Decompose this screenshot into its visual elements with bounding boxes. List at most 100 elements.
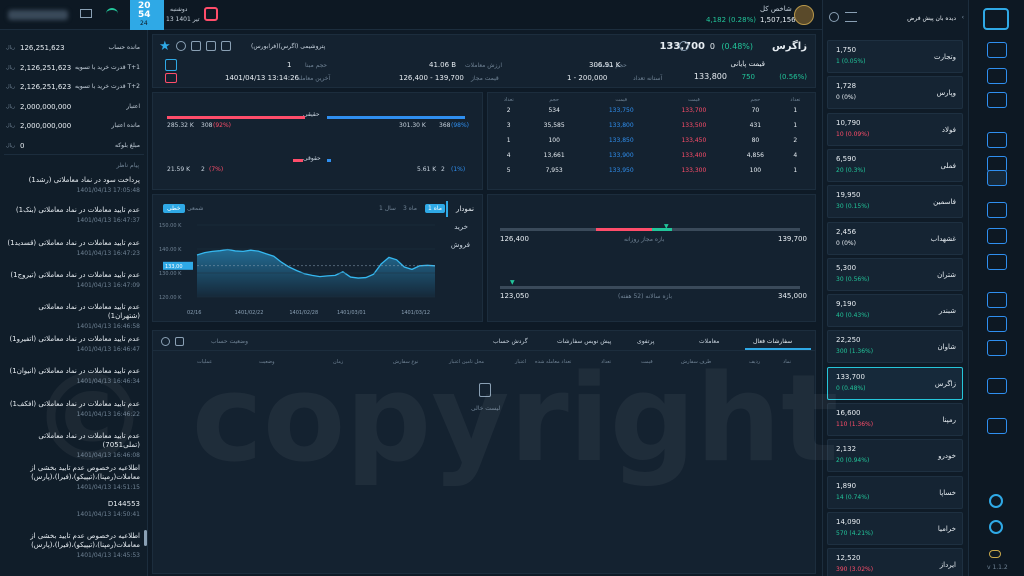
settings-icon[interactable] <box>176 41 186 51</box>
watchlist-item[interactable]: خودرو 2,132 20 (0.94%) <box>827 439 963 473</box>
basket-icon[interactable] <box>165 59 177 71</box>
message-date: 1401/04/13 14:50:41 <box>76 511 140 518</box>
checkbox-icon[interactable] <box>175 337 184 346</box>
star-icon[interactable]: ★ <box>159 39 171 54</box>
message-item[interactable]: عدم تایید معاملات در نماد معاملاتی (بنک1… <box>6 206 140 224</box>
order-book-row[interactable]: 4 13,661 133,900 133,400 4,856 4 <box>494 148 810 163</box>
calendar-icon[interactable] <box>204 7 218 21</box>
watchlist-item[interactable]: وپارس 1,728 0 (0%) <box>827 76 963 110</box>
bar-chart-icon[interactable] <box>987 92 1007 108</box>
tab-orders-0[interactable]: سفارشات فعال <box>753 338 792 345</box>
watchlist-item[interactable]: زاگرس 133,700 0 (0.48%) <box>827 366 963 400</box>
message-item[interactable]: عدم تایید معاملات در نماد معاملاتی (انیو… <box>6 367 140 385</box>
message-item[interactable]: عدم تایید معاملات در نماد معاملاتی (تملی… <box>6 432 140 459</box>
order-book-row[interactable]: 3 35,585 133,800 133,500 431 1 <box>494 118 810 133</box>
order-book-row[interactable]: 5 7,953 133,950 133,300 100 1 <box>494 163 810 178</box>
tab-orders-2[interactable]: پرتفوی <box>637 338 654 345</box>
individual-sell-count: 308 <box>201 122 213 129</box>
message-item[interactable]: عدم تایید معاملات در نماد معاملاتی (قسدی… <box>6 239 140 257</box>
users-icon[interactable] <box>987 418 1007 434</box>
filter-icon[interactable] <box>845 12 857 22</box>
date: 13 تیر 1401 <box>166 16 200 23</box>
book-icon[interactable] <box>987 228 1007 244</box>
message-item[interactable]: عدم تایید معاملات در نماد معاملاتی (اتفی… <box>6 335 140 353</box>
range-1m-button[interactable]: 1 ماه <box>425 204 445 213</box>
message-text: عدم تایید معاملات در نماد معاملاتی (بنک1… <box>15 206 140 214</box>
message-item[interactable]: عدم تایید معاملات در نماد معاملاتی (شتهر… <box>6 303 140 330</box>
watchlist-item[interactable]: ایرداز 12,520 390 (3.02%) <box>827 548 963 576</box>
watchlist-price: 22,250 <box>836 336 861 345</box>
watchlist-change: 20 (0.94%) <box>836 457 870 465</box>
search-icon[interactable] <box>679 41 689 51</box>
watchlist-item[interactable]: وتجارت 1,750 1 (0.05%) <box>827 40 963 73</box>
watchlist-item[interactable]: غشهداب 2,456 0 (0%) <box>827 221 963 255</box>
watchlist-item[interactable]: فولاد 10,790 10 (0.09%) <box>827 112 963 146</box>
watchlist-item[interactable]: شتران 5,300 30 (0.56%) <box>827 257 963 291</box>
clipboard-icon[interactable] <box>987 132 1007 148</box>
swap-icon[interactable] <box>987 42 1007 58</box>
message-item[interactable]: عدم تایید معاملات در نماد معاملاتی (افکف… <box>6 400 140 418</box>
watchlist: دیده بان پیش فرض ‹ وتجارت 1,750 1 (0.05%) و… <box>822 0 968 576</box>
message-item[interactable]: اطلاعیه درخصوص عدم تایید بخشی از معاملات… <box>6 532 140 559</box>
account-row: قدرت خرید با تسویه T+1 2,126,251,623 ریال <box>0 60 148 78</box>
watchlist-item[interactable]: شبندر 9,190 40 (0.43%) <box>827 294 963 328</box>
watchlist-price: 133,700 <box>836 372 865 381</box>
money-icon[interactable] <box>987 340 1007 356</box>
order-book-cell: 4 <box>793 152 798 159</box>
speed-icon[interactable] <box>987 170 1007 186</box>
range-3m-button[interactable]: 3 ماه <box>403 205 417 212</box>
daily-range-green <box>652 228 672 231</box>
tab-orders-3[interactable]: پیش نویس سفارشات <box>557 338 611 345</box>
base-vol: 1 <box>287 61 292 69</box>
daily-label: بازه مجاز روزانه <box>624 236 665 243</box>
transfer-icon[interactable] <box>987 378 1007 394</box>
style-line-button[interactable]: خطی <box>163 204 185 213</box>
account-row-label: مبلغ بلوکه <box>115 141 140 149</box>
watchlist-item[interactable]: رمپنا 16,600 110 (1.36%) <box>827 403 963 436</box>
message-item[interactable]: پرداخت سود در نماد معاملاتی (رشد1) 1401/0… <box>6 176 140 194</box>
watchlist-item[interactable]: فملی 6,590 20 (0.3%) <box>827 148 963 182</box>
info-icon[interactable] <box>206 41 216 51</box>
pie-chart-icon[interactable] <box>987 202 1007 218</box>
notes-icon[interactable] <box>221 41 231 51</box>
gear-icon[interactable] <box>989 494 1003 508</box>
basket-alt-icon[interactable] <box>165 73 177 83</box>
watchlist-item[interactable]: خرامیا 14,090 570 (4.21%) <box>827 511 963 545</box>
order-book-cell: 100 <box>749 167 762 174</box>
message-date: 1401/04/13 17:05:48 <box>76 187 140 194</box>
price-chart[interactable]: 150.00 K 140.00 K 130.00 K 120.00 K 133,00 02… <box>157 219 437 319</box>
theme-icon[interactable] <box>989 550 1001 558</box>
message-item[interactable]: اطلاعیه درخصوص عدم تایید بخشی از معاملات… <box>6 464 140 491</box>
portfolio-icon[interactable] <box>191 41 201 51</box>
help-icon[interactable] <box>989 520 1003 534</box>
order-book-row[interactable]: 2 534 133,750 133,700 70 1 <box>494 103 810 118</box>
tab-orders-4[interactable]: گردش حساب <box>493 338 528 345</box>
watchlist-title[interactable]: دیده بان پیش فرض <box>907 15 956 22</box>
message-item[interactable]: عدم تایید معاملات در نماد معاملاتی (تیرو… <box>6 271 140 289</box>
order-book-cell: 133,300 <box>681 167 707 174</box>
order-book-cell: 7,953 <box>545 167 563 174</box>
list-icon[interactable] <box>987 68 1007 84</box>
search-icon[interactable] <box>829 12 839 22</box>
scrollbar[interactable] <box>144 530 147 546</box>
tab-buy[interactable]: خرید <box>454 223 468 231</box>
watchlist-symbol: فملی <box>940 161 956 170</box>
watchlist-item[interactable]: شاوان 22,250 300 (1.36%) <box>827 330 963 364</box>
code-icon[interactable] <box>987 316 1007 332</box>
chevron-left-icon[interactable]: ‹ <box>962 14 964 21</box>
refresh-icon[interactable] <box>161 337 170 346</box>
tab-orders-1[interactable]: معاملات <box>699 338 719 345</box>
tab-chart[interactable]: نمودار <box>456 205 474 213</box>
calendar-nav-icon[interactable] <box>987 254 1007 270</box>
watchlist-item[interactable]: خساپا 1,890 14 (0.74%) <box>827 475 963 509</box>
card-icon[interactable] <box>987 292 1007 308</box>
watchlist-item[interactable]: فاسمین 19,950 30 (0.15%) <box>827 185 963 219</box>
range-1y-button[interactable]: 1 سال <box>379 205 396 212</box>
watchlist-price: 14,090 <box>836 517 861 526</box>
style-candle-button[interactable]: شمعی <box>187 205 203 212</box>
tab-sell[interactable]: فروش <box>451 241 470 249</box>
order-book-row[interactable]: 1 100 133,850 133,450 80 2 <box>494 133 810 148</box>
message-item[interactable]: D144553 1401/04/13 14:50:41 <box>6 500 140 518</box>
order-book-cell: 70 <box>751 107 760 114</box>
mail-icon[interactable] <box>80 9 92 18</box>
